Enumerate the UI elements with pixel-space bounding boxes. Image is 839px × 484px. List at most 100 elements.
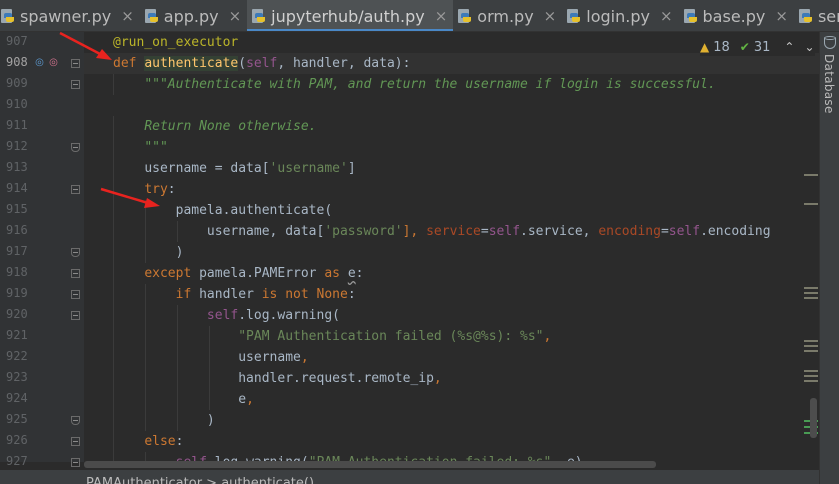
- gutter-row[interactable]: 912: [0, 137, 84, 158]
- implements-icon[interactable]: ◎: [48, 57, 59, 68]
- code-line[interactable]: handler.request.remote_ip,: [84, 368, 819, 389]
- next-highlight-button[interactable]: ⌄: [804, 40, 814, 54]
- fold-marker-icon[interactable]: [71, 248, 80, 257]
- code-token: handler: [191, 287, 262, 302]
- stripe-marker[interactable]: [804, 345, 818, 347]
- gutter-row[interactable]: 913: [0, 158, 84, 179]
- tab-base-py[interactable]: base.py ×: [679, 0, 794, 31]
- code-line[interactable]: "PAM Authentication failed (%s@%s): %s",: [84, 326, 819, 347]
- code-line[interactable]: ): [84, 242, 819, 263]
- close-icon[interactable]: ×: [660, 7, 673, 25]
- gutter-row[interactable]: 908 ◎ ◎: [0, 53, 84, 74]
- fold-marker-icon[interactable]: [71, 416, 80, 425]
- tab-app-py[interactable]: app.py ×: [140, 0, 247, 31]
- database-tool-button[interactable]: Database: [822, 54, 836, 114]
- gutter-row[interactable]: 916: [0, 221, 84, 242]
- line-number: 911: [6, 118, 28, 132]
- database-icon[interactable]: [824, 36, 836, 50]
- close-icon[interactable]: ×: [775, 7, 788, 25]
- close-icon[interactable]: ×: [544, 7, 557, 25]
- fold-marker-icon[interactable]: [71, 143, 80, 152]
- fold-marker-icon[interactable]: [71, 185, 80, 194]
- stripe-marker[interactable]: [804, 287, 818, 289]
- tab-spawner-py[interactable]: spawner.py ×: [0, 0, 140, 31]
- close-icon[interactable]: ×: [121, 7, 134, 25]
- previous-highlight-button[interactable]: ⌃: [784, 40, 794, 54]
- gutter-row[interactable]: 915: [0, 200, 84, 221]
- fold-marker-icon[interactable]: [71, 437, 80, 446]
- overrides-icon[interactable]: ◎: [34, 57, 45, 68]
- inspection-widget[interactable]: ▲ 18 ✔ 31 ⌃ ⌄: [700, 38, 815, 56]
- code-line[interactable]: def authenticate(self, handler, data):: [84, 53, 819, 74]
- gutter-row[interactable]: 920: [0, 305, 84, 326]
- stripe-marker[interactable]: [804, 174, 818, 176]
- code-line[interactable]: pamela.authenticate(: [84, 200, 819, 221]
- indent-guide: [145, 284, 146, 305]
- tab-service[interactable]: service: [794, 0, 839, 31]
- line-number: 913: [6, 160, 28, 174]
- fold-marker-icon[interactable]: [71, 59, 80, 68]
- code-line[interactable]: [84, 95, 819, 116]
- python-file-icon: [144, 8, 158, 24]
- breadcrumb-text[interactable]: PAMAuthenticator > authenticate(): [86, 476, 314, 484]
- stripe-marker[interactable]: [804, 203, 818, 205]
- python-file-icon: [0, 8, 14, 24]
- indent-guide: [113, 158, 114, 179]
- gutter-row[interactable]: 911: [0, 116, 84, 137]
- vertical-scrollbar-thumb[interactable]: [810, 398, 817, 438]
- stripe-marker[interactable]: [804, 350, 818, 352]
- gutter-row[interactable]: 918: [0, 263, 84, 284]
- code-line[interactable]: self.log.warning(: [84, 305, 819, 326]
- stripe-marker[interactable]: [804, 380, 818, 382]
- code-line[interactable]: try:: [84, 179, 819, 200]
- gutter-row[interactable]: 924: [0, 389, 84, 410]
- code-editor[interactable]: @run_on_executor def authenticate(self, h…: [84, 32, 819, 462]
- code-line[interactable]: username, data['password'], service=self…: [84, 221, 819, 242]
- gutter-row[interactable]: 909: [0, 74, 84, 95]
- line-number-gutter[interactable]: 907 908 ◎ ◎ 909 910 911 912 913 914 915 916 917 918 91…: [0, 32, 84, 468]
- fold-marker-icon[interactable]: [71, 290, 80, 299]
- gutter-row[interactable]: 919: [0, 284, 84, 305]
- fold-marker-icon[interactable]: [71, 80, 80, 89]
- fold-marker-icon[interactable]: [71, 458, 80, 467]
- code-line[interactable]: else:: [84, 431, 819, 452]
- code-line[interactable]: Return None otherwise.: [84, 116, 819, 137]
- gutter-row[interactable]: 921: [0, 326, 84, 347]
- stripe-marker[interactable]: [804, 292, 818, 294]
- stripe-marker[interactable]: [804, 297, 818, 299]
- tab-label: base.py: [702, 6, 766, 26]
- code-line[interactable]: username,: [84, 347, 819, 368]
- gutter-row[interactable]: 925: [0, 410, 84, 431]
- breadcrumb: PAMAuthenticator > authenticate(): [0, 470, 819, 484]
- stripe-marker[interactable]: [804, 370, 818, 372]
- code-line[interactable]: """Authenticate with PAM, and return the…: [84, 74, 819, 95]
- gutter-row[interactable]: 917: [0, 242, 84, 263]
- gutter-row[interactable]: 923: [0, 368, 84, 389]
- tab-login-py[interactable]: login.py ×: [562, 0, 678, 31]
- gutter-row[interactable]: 910: [0, 95, 84, 116]
- code-line[interactable]: except pamela.PAMError as e:: [84, 263, 819, 284]
- close-icon[interactable]: ×: [435, 7, 448, 25]
- close-icon[interactable]: ×: [229, 7, 242, 25]
- code-line[interactable]: ): [84, 410, 819, 431]
- fold-marker-icon[interactable]: [71, 269, 80, 278]
- code-line[interactable]: e,: [84, 389, 819, 410]
- gutter-row[interactable]: 922: [0, 347, 84, 368]
- code-line[interactable]: username = data['username']: [84, 158, 819, 179]
- code-token: """Authenticate with PAM, and return the…: [144, 77, 716, 92]
- fold-marker-icon[interactable]: [71, 311, 80, 320]
- gutter-row[interactable]: 926: [0, 431, 84, 452]
- horizontal-scrollbar-thumb[interactable]: [84, 461, 656, 468]
- code-line[interactable]: """: [84, 137, 819, 158]
- indent-guide: [113, 200, 114, 221]
- stripe-marker[interactable]: [804, 340, 818, 342]
- weak-warning-count: 31: [753, 39, 771, 55]
- code-line[interactable]: if handler is not None:: [84, 284, 819, 305]
- indent-guide: [113, 284, 114, 305]
- tab-orm-py[interactable]: orm.py ×: [453, 0, 562, 31]
- tab-jupyterhub-auth-py[interactable]: jupyterhub/auth.py ×: [247, 0, 454, 31]
- stripe-marker[interactable]: [804, 375, 818, 377]
- gutter-row[interactable]: 907: [0, 32, 84, 53]
- indent-guide: [177, 368, 178, 389]
- gutter-row[interactable]: 914: [0, 179, 84, 200]
